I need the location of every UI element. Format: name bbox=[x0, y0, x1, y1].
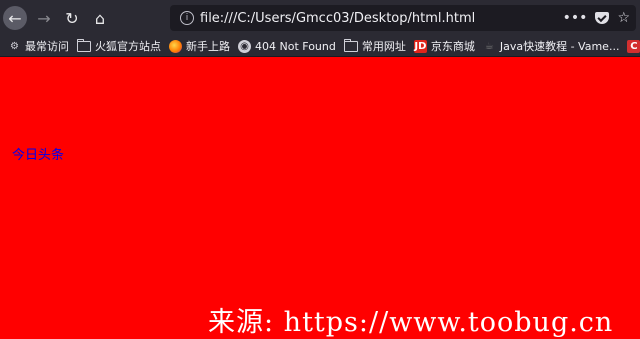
bookmark-404[interactable]: ◉ 404 Not Found bbox=[238, 39, 336, 53]
more-dots-icon[interactable]: ••• bbox=[563, 10, 588, 26]
bookmark-label: 火狐官方站点 bbox=[95, 40, 161, 53]
reload-button[interactable]: ↻ bbox=[58, 0, 86, 36]
toutiao-link[interactable]: 今日头条 bbox=[12, 144, 64, 163]
home-icon: ⌂ bbox=[94, 8, 106, 28]
folder-icon bbox=[77, 38, 91, 52]
address-bar[interactable]: i file:///C:/Users/Gmcc03/Desktop/html.h… bbox=[170, 5, 636, 31]
star-icon[interactable]: ☆ bbox=[617, 10, 630, 26]
bookmark-label: 404 Not Found bbox=[255, 39, 336, 53]
source-watermark: 来源: https://www.toobug.cn bbox=[208, 307, 614, 338]
bookmark-label: 最常访问 bbox=[25, 40, 69, 53]
pocket-icon[interactable] bbox=[595, 12, 610, 24]
jd-logo-icon: JD bbox=[413, 39, 427, 53]
bookmark-getting-started[interactable]: 新手上路 bbox=[169, 38, 230, 54]
url-text[interactable]: file:///C:/Users/Gmcc03/Desktop/html.htm… bbox=[200, 11, 475, 26]
forward-button[interactable]: → bbox=[30, 0, 58, 36]
home-button[interactable]: ⌂ bbox=[86, 0, 114, 36]
globe-icon: ◉ bbox=[238, 39, 251, 53]
java-icon: ☕ bbox=[484, 40, 494, 52]
reload-icon: ↻ bbox=[65, 8, 79, 28]
firefox-icon bbox=[169, 39, 182, 53]
bookmark-java-tutorial[interactable]: ☕ Java快速教程 - Vame... bbox=[483, 38, 620, 54]
bookmark-firefox-official[interactable]: 火狐官方站点 bbox=[77, 38, 161, 54]
bookmark-label: 新手上路 bbox=[186, 40, 230, 53]
bookmark-c[interactable]: C p bbox=[627, 39, 640, 53]
gear-icon: ⚙ bbox=[10, 40, 19, 52]
site-info-icon[interactable]: i bbox=[176, 11, 198, 25]
folder-icon bbox=[343, 38, 358, 52]
bookmark-jd[interactable]: JD 京东商城 bbox=[413, 38, 475, 54]
bookmarks-toolbar: ⚙ 最常访问 火狐官方站点 新手上路 ◉ 404 Not Found 常用网址 … bbox=[0, 36, 640, 57]
browser-toolbar: ← → ↻ ⌂ i file:///C:/Users/Gmcc03/Deskto… bbox=[0, 0, 640, 36]
bookmark-common-sites[interactable]: 常用网址 bbox=[343, 38, 406, 54]
bookmark-label: Java快速教程 - Vame... bbox=[499, 40, 620, 53]
back-button[interactable]: ← bbox=[0, 0, 30, 36]
arrow-right-icon: → bbox=[37, 8, 51, 28]
arrow-left-icon: ← bbox=[3, 6, 27, 30]
bookmark-label: 常用网址 bbox=[361, 40, 406, 53]
c-logo-icon: C bbox=[627, 39, 640, 53]
bookmark-label: 京东商城 bbox=[430, 40, 475, 53]
bookmark-most-visited[interactable]: ⚙ 最常访问 bbox=[8, 38, 69, 54]
